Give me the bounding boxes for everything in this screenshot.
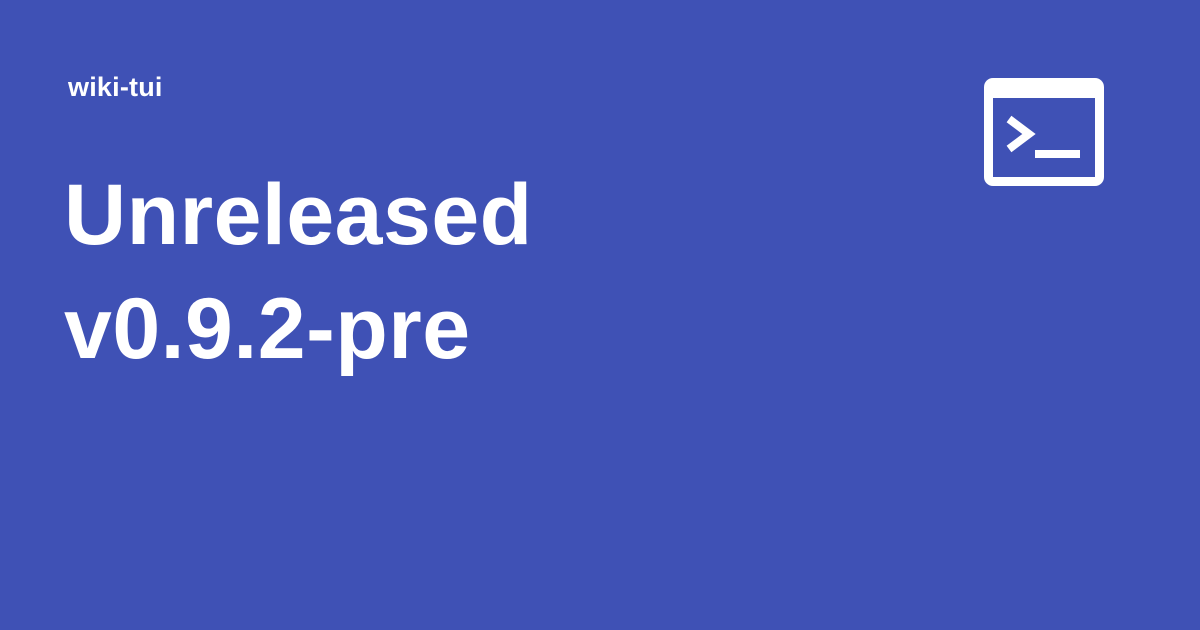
page-title: Unreleased v0.9.2-pre <box>64 158 533 386</box>
page-title-line: v0.9.2-pre <box>64 281 471 377</box>
page-title-line: Unreleased <box>64 167 533 263</box>
social-card: wiki-tui Unreleased v0.9.2-pre <box>0 0 1200 630</box>
site-name: wiki-tui <box>68 72 163 102</box>
terminal-icon <box>984 78 1104 186</box>
